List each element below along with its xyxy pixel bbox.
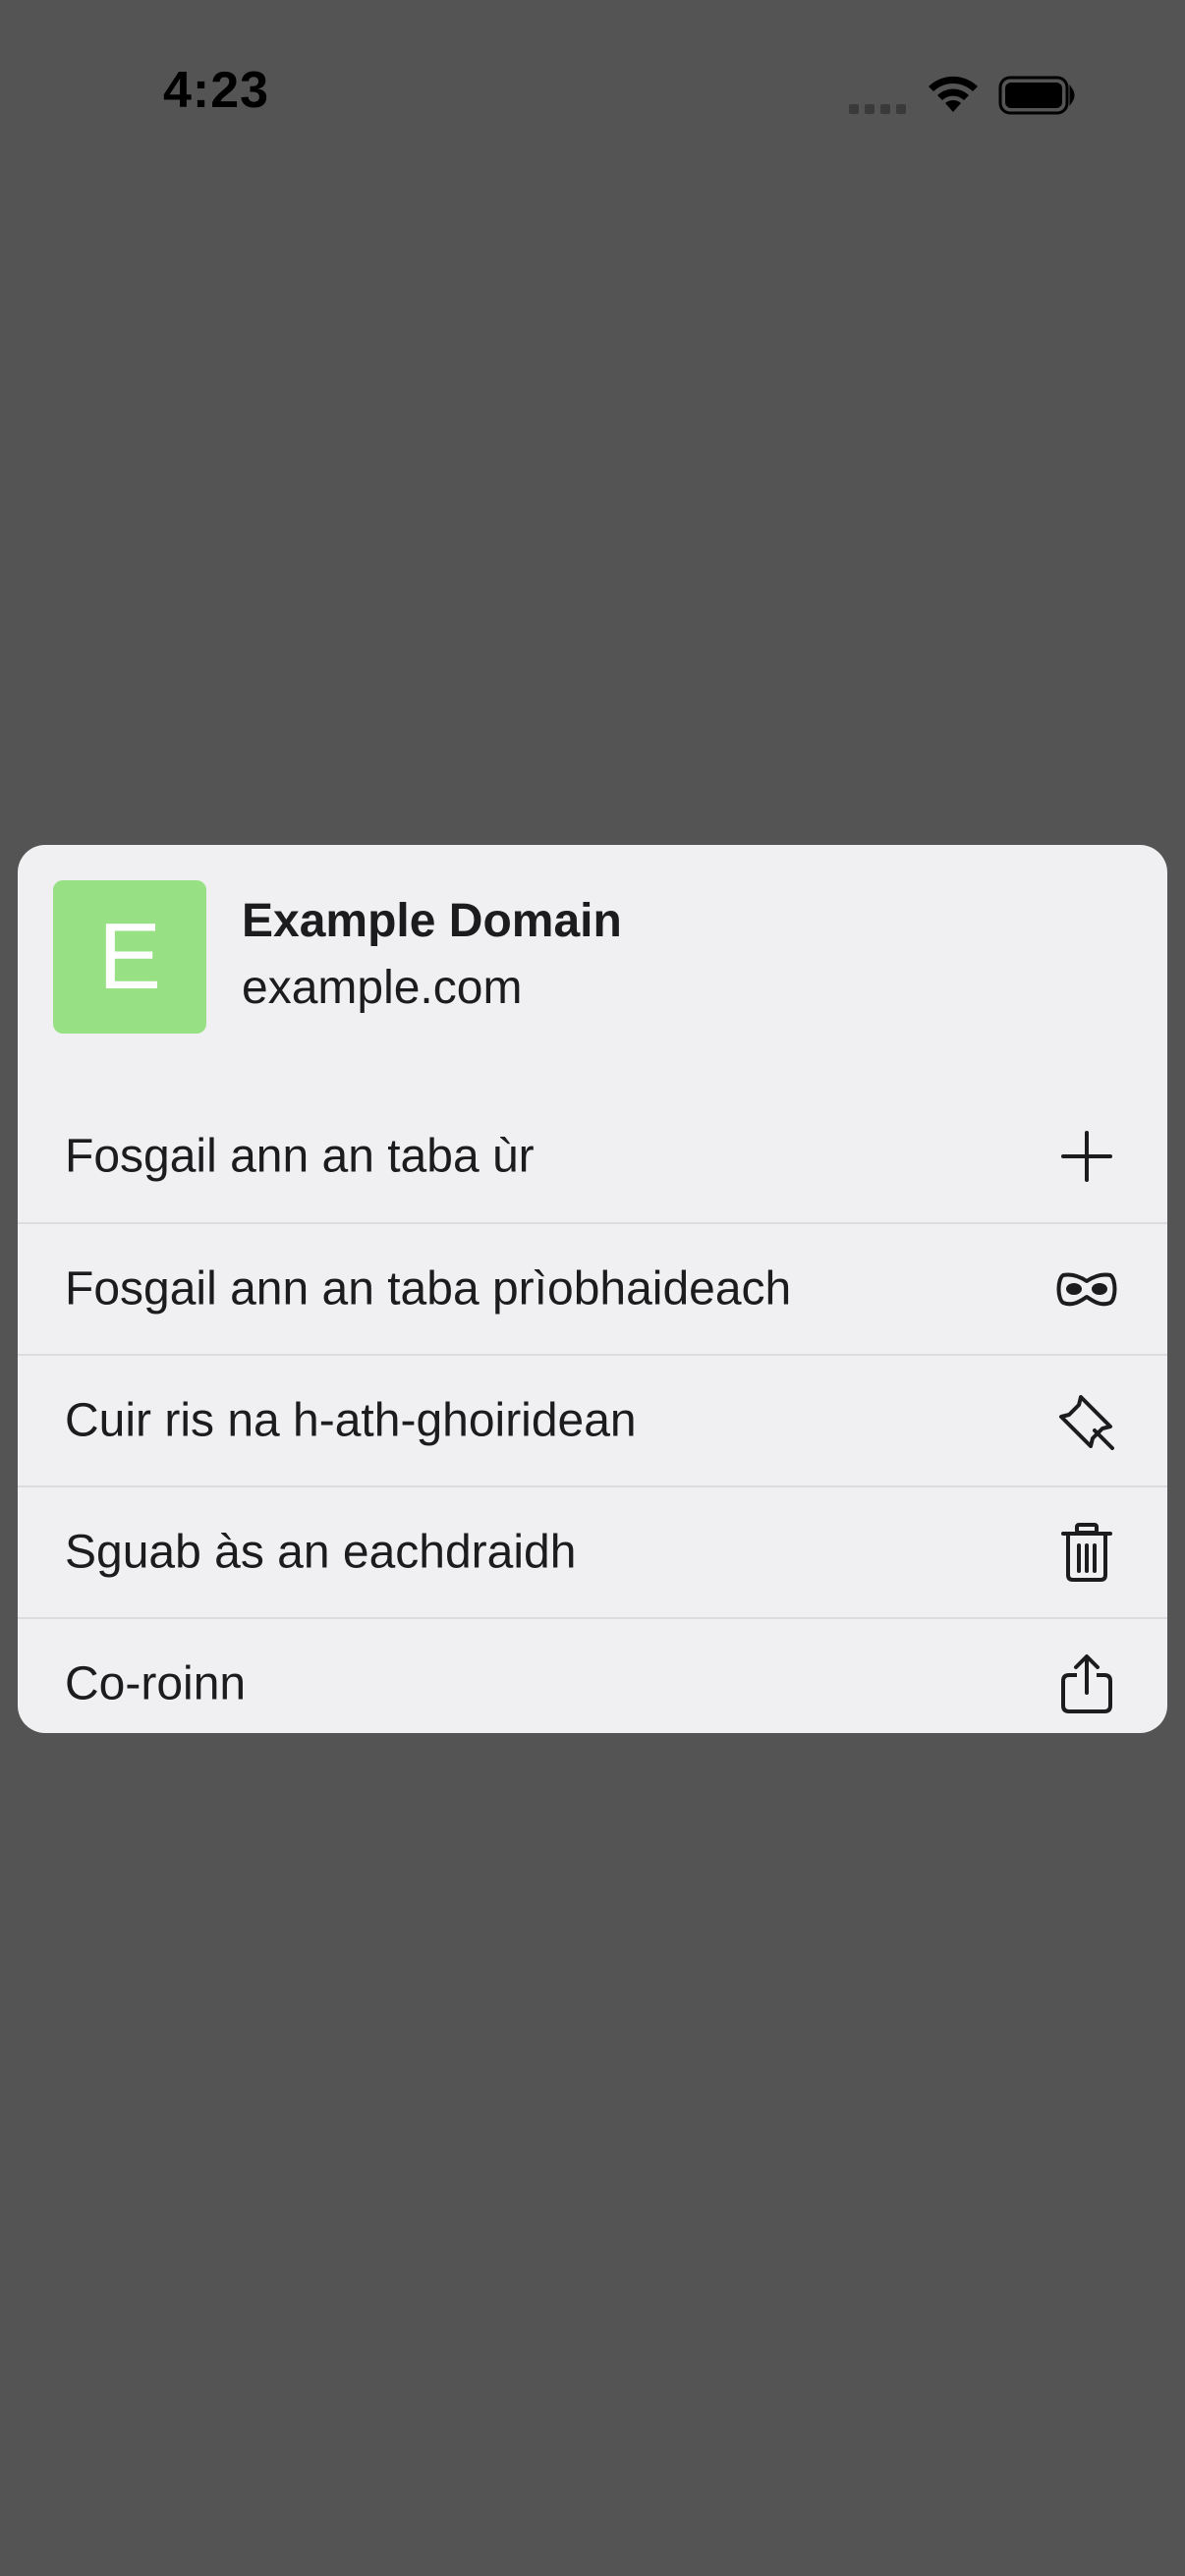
menu-item-label: Co-roinn bbox=[65, 1657, 247, 1710]
status-bar: 4:23 bbox=[0, 0, 1185, 157]
menu-item-open-new-tab[interactable]: Fosgail ann an taba ùr bbox=[18, 1091, 1167, 1222]
context-menu: Fosgail ann an taba ùr Fosgail ann an ta… bbox=[18, 1091, 1167, 1733]
menu-item-delete-history[interactable]: Sguab às an eachdraidh bbox=[18, 1485, 1167, 1617]
preview-title: Example Domain bbox=[242, 895, 622, 947]
preview-url: example.com bbox=[242, 962, 523, 1014]
trash-icon bbox=[1055, 1521, 1118, 1584]
share-icon bbox=[1055, 1652, 1118, 1715]
plus-icon bbox=[1055, 1125, 1118, 1188]
menu-item-open-private-tab[interactable]: Fosgail ann an taba prìobhaideach bbox=[18, 1222, 1167, 1354]
menu-item-label: Fosgail ann an taba prìobhaideach bbox=[65, 1262, 792, 1316]
status-time: 4:23 bbox=[163, 62, 270, 119]
site-favicon: E bbox=[53, 880, 206, 1034]
wifi-icon bbox=[926, 73, 981, 119]
pin-icon bbox=[1055, 1389, 1118, 1452]
menu-item-label: Cuir ris na h-ath-ghoiridean bbox=[65, 1394, 637, 1447]
favicon-letter: E bbox=[97, 904, 162, 1009]
battery-icon bbox=[998, 75, 1077, 121]
menu-item-label: Fosgail ann an taba ùr bbox=[65, 1130, 535, 1183]
private-mask-icon bbox=[1055, 1258, 1118, 1320]
link-preview[interactable]: E Example Domain example.com bbox=[18, 845, 1167, 1091]
menu-item-share[interactable]: Co-roinn bbox=[18, 1617, 1167, 1733]
menu-item-label: Sguab às an eachdraidh bbox=[65, 1526, 577, 1579]
context-menu-card: E Example Domain example.com Fosgail ann… bbox=[18, 845, 1167, 1733]
menu-item-add-shortcut[interactable]: Cuir ris na h-ath-ghoiridean bbox=[18, 1354, 1167, 1485]
cellular-signal-icon bbox=[849, 104, 906, 114]
